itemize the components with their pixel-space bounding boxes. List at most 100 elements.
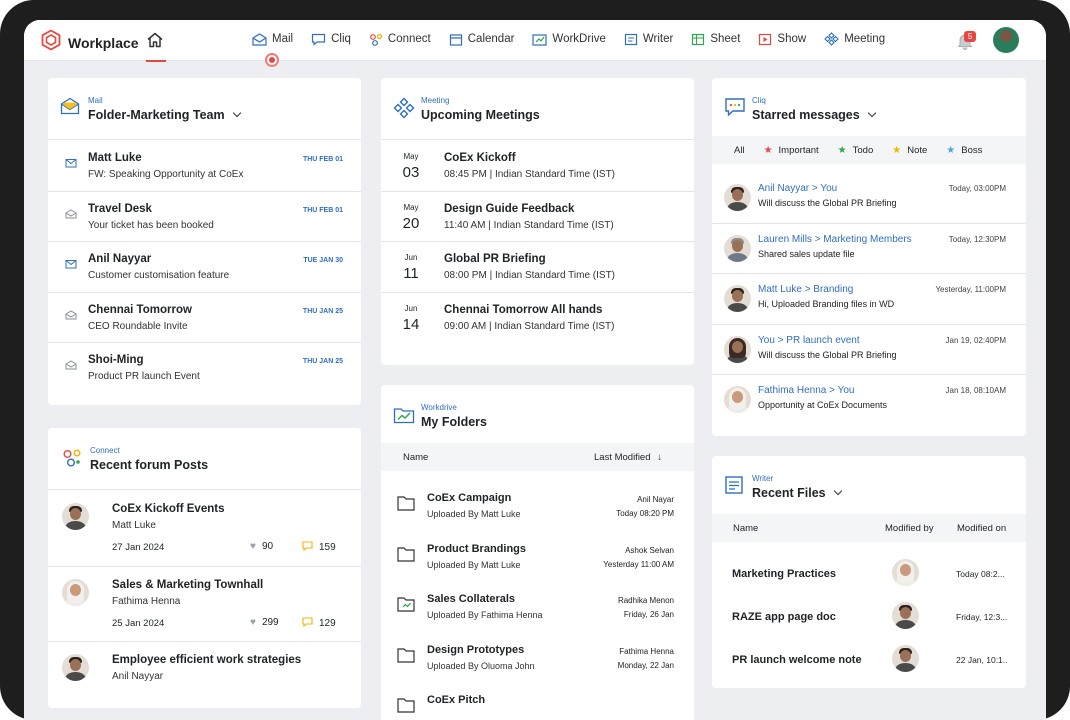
writer-recent-dropdown[interactable]: Recent Files xyxy=(752,486,842,500)
folder-row[interactable]: CoEx Campaign Uploaded By Matt Luke Anil N… xyxy=(381,481,694,532)
calendar-icon xyxy=(449,33,463,46)
recording-indicator[interactable] xyxy=(265,53,279,67)
workdrive-table-header: Name Last Modified ↓ xyxy=(381,443,694,471)
post-date: 25 Jan 2024 xyxy=(112,617,165,629)
filter-todo[interactable]: ★ Todo xyxy=(838,145,874,156)
folder-uploaded-by: Uploaded By Fathima Henna xyxy=(427,610,543,620)
nav-mail[interactable]: Mail xyxy=(252,32,293,46)
recent-file-row[interactable]: PR launch welcome note 22 Jan, 10:1... xyxy=(712,636,1026,679)
comment-count[interactable]: 129 xyxy=(302,616,336,630)
filter-boss[interactable]: ★ Boss xyxy=(946,145,982,156)
writer-icon xyxy=(724,475,744,500)
forum-post-row[interactable]: Sales & Marketing Townhall Fathima Henna 2… xyxy=(48,567,361,642)
nav-sheet[interactable]: Sheet xyxy=(691,32,740,46)
meeting-month: May xyxy=(403,152,419,161)
mail-card: Mail Folder-Marketing Team Matt Luke FW: … xyxy=(48,78,361,405)
mail-sender: Matt Luke xyxy=(88,152,142,164)
message-from[interactable]: You > PR launch event xyxy=(758,335,860,346)
filter-all[interactable]: All xyxy=(734,145,745,156)
home-icon[interactable] xyxy=(146,31,164,54)
avatar-body xyxy=(65,672,86,681)
meeting-title: CoEx Kickoff xyxy=(444,152,516,164)
connect-icon xyxy=(62,448,82,473)
folder-row[interactable]: CoEx Pitch xyxy=(381,683,694,720)
nav-connect[interactable]: Connect xyxy=(369,32,431,46)
sender-avatar xyxy=(724,234,751,262)
filter-label: Todo xyxy=(852,144,874,156)
file-modified-on: Friday, 12:3... xyxy=(956,612,1008,622)
mail-row[interactable]: Shoi-Ming Product PR launch Event THU JAN … xyxy=(48,343,361,394)
like-count[interactable]: ♥ 90 xyxy=(250,541,273,552)
avatar-head xyxy=(70,659,81,671)
folder-name: CoEx Campaign xyxy=(427,492,512,504)
comment-icon xyxy=(302,616,313,630)
meeting-row[interactable]: Jun 14 Chennai Tomorrow All hands 09:00 AM … xyxy=(381,293,694,344)
message-from[interactable]: Lauren Mills > Marketing Members xyxy=(758,234,912,245)
writer-card: Writer Recent Files Name Modified by Mod… xyxy=(712,456,1026,688)
meeting-row[interactable]: Jun 11 Global PR Briefing 08:00 PM | Indian… xyxy=(381,242,694,293)
meeting-time: 08:00 PM | Indian Standard Time (IST) xyxy=(444,270,616,281)
forum-post-row[interactable]: CoEx Kickoff Events Matt Luke 27 Jan 2024 ♥… xyxy=(48,491,361,567)
message-from[interactable]: Fathima Henna > You xyxy=(758,385,854,396)
connect-card-app-label: Connect xyxy=(90,446,120,455)
starred-message-row[interactable]: Fathima Henna > You Opportunity at CoEx D… xyxy=(712,375,1026,426)
avatar-head xyxy=(70,508,81,520)
show-icon xyxy=(758,33,772,46)
forum-post-row[interactable]: Employee efficient work strategies Anil N… xyxy=(48,642,361,708)
brand[interactable]: Workplace xyxy=(40,29,139,56)
like-count[interactable]: ♥ 299 xyxy=(250,617,279,628)
nav-show[interactable]: Show xyxy=(758,32,806,46)
cliq-starred-dropdown[interactable]: Starred messages xyxy=(752,108,876,122)
meeting-card-app-label: Meeting xyxy=(421,96,450,105)
message-from[interactable]: Anil Nayyar > You xyxy=(758,183,837,194)
meeting-day: 20 xyxy=(402,214,420,232)
mail-row[interactable]: Chennai Tomorrow CEO Roundable Invite THU … xyxy=(48,293,361,343)
top-navigation: Workplace Mail Cliq Connect Calendar Wor… xyxy=(24,20,1046,67)
meeting-row[interactable]: May 03 CoEx Kickoff 08:45 PM | Indian Stand… xyxy=(381,141,694,192)
avatar-head xyxy=(70,583,81,596)
nav-cliq[interactable]: Cliq xyxy=(311,32,351,46)
starred-message-row[interactable]: You > PR launch event Will discuss the Gl… xyxy=(712,325,1026,375)
comment-count[interactable]: 159 xyxy=(302,541,336,554)
starred-message-row[interactable]: Anil Nayyar > You Will discuss the Global… xyxy=(712,173,1026,224)
message-time: Jan 18, 08:10AM xyxy=(945,386,1006,395)
mail-row[interactable]: Anil Nayyar Customer customisation featur… xyxy=(48,242,361,293)
folder-uploaded-by: Uploaded By Oluoma John xyxy=(427,660,535,671)
heart-icon: ♥ xyxy=(250,541,256,552)
mail-row[interactable]: Travel Desk Your ticket has been booked TH… xyxy=(48,192,361,242)
mail-date: TUE JAN 30 xyxy=(303,257,343,264)
mail-row[interactable]: Matt Luke FW: Speaking Opportunity at CoE… xyxy=(48,141,361,192)
folder-row[interactable]: Product Brandings Uploaded By Matt Luke As… xyxy=(381,532,694,583)
meeting-row[interactable]: May 20 Design Guide Feedback 11:40 AM | Ind… xyxy=(381,192,694,242)
starred-message-row[interactable]: Lauren Mills > Marketing Members Shared s… xyxy=(712,224,1026,274)
mail-folder-dropdown[interactable]: Folder-Marketing Team xyxy=(88,108,241,122)
message-from[interactable]: Matt Luke > Branding xyxy=(758,284,853,295)
avatar xyxy=(892,602,919,629)
recent-file-row[interactable]: Marketing Practices Today 08:2... xyxy=(712,550,1026,593)
star-icon: ★ xyxy=(946,144,956,156)
starred-message-row[interactable]: Matt Luke > Branding Hi, Uploaded Brandin… xyxy=(712,274,1026,325)
filter-important[interactable]: ★ Important xyxy=(764,145,819,156)
nav-calendar[interactable]: Calendar xyxy=(449,32,514,46)
message-text: Hi, Uploaded Branding files in WD xyxy=(758,299,895,309)
nav-connect-label: Connect xyxy=(387,33,431,45)
column-last-modified-header[interactable]: Last Modified ↓ xyxy=(594,452,662,463)
avatar-body xyxy=(895,663,916,672)
comment-icon xyxy=(302,541,313,554)
filter-note[interactable]: ★ Note xyxy=(892,145,927,156)
mail-sender: Travel Desk xyxy=(88,202,152,215)
avatar-body xyxy=(895,620,916,629)
avatar xyxy=(724,285,751,312)
nav-show-label: Show xyxy=(777,33,807,45)
nav-writer[interactable]: Writer xyxy=(624,32,673,46)
folder-row[interactable]: Sales Collaterals Uploaded By Fathima Hen… xyxy=(381,582,694,633)
filter-label: Note xyxy=(907,144,928,156)
nav-workdrive[interactable]: WorkDrive xyxy=(532,32,606,46)
nav-meeting[interactable]: Meeting xyxy=(824,32,885,46)
user-avatar[interactable] xyxy=(993,27,1019,53)
recent-file-row[interactable]: RAZE app page doc Friday, 12:3... xyxy=(712,593,1026,636)
mail-subject: CEO Roundable Invite xyxy=(88,320,188,332)
cliq-card-app-label: Cliq xyxy=(752,96,766,105)
folder-row[interactable]: Design Prototypes Uploaded By Oluoma John… xyxy=(381,633,694,684)
folder-icon xyxy=(397,697,415,718)
